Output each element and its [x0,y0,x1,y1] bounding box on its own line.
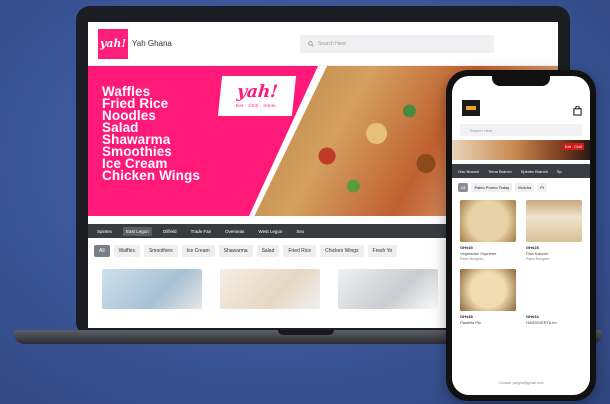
filter-chip[interactable]: Ice Cream [181,245,215,257]
hero-logo: yah! [236,82,279,102]
phone-filter-chip[interactable]: Paleo Promo Today [471,183,513,192]
category-tab[interactable]: Sex [293,227,307,236]
phone-banner-text: Eat . Chill [562,143,584,150]
phone-product-card[interactable]: GH¢38 Pastella Pie [460,269,516,325]
product-name: Vegetarian Supreme [460,251,497,256]
filter-chip[interactable]: Smoothies [143,245,178,257]
phone-product-grid: GH¢45 Vegetarian Supreme Paleo Bangkim G… [452,192,590,325]
category-tab[interactable]: Oilfield [160,227,180,236]
laptop-notch [278,330,334,335]
search-input[interactable]: Search Here [299,34,494,53]
phone-frame: Search Here Eat . Chill Osu Branch Tema … [446,70,596,401]
category-tab[interactable]: East Legon [123,226,152,236]
web-header: yah! Yah Ghana Search Here [88,22,558,66]
phone-branch-tab[interactable]: Spintex Branch [521,169,548,174]
phone-product-card[interactable]: GH¢34 HARDIVERTA im [526,269,582,325]
phone-hero-banner: Eat . Chill [452,140,590,160]
search-icon [308,40,314,47]
branch-category-bar: Spintex East Legon Oilfield Trade Fair O… [88,224,460,238]
category-tab[interactable]: Overseas [222,227,247,236]
product-card-image[interactable] [220,269,320,309]
phone-footer-contact: Contact: yahgha@gmail.com [498,381,544,385]
hero-menu-item: Chicken Wings [102,168,200,183]
phone-brand-logo[interactable] [462,100,480,116]
product-price: GH¢28 [526,245,539,250]
product-price: GH¢45 [460,245,473,250]
product-card-image[interactable] [338,269,438,309]
shopping-bag-icon[interactable] [573,106,582,116]
filter-chip[interactable]: Fresh Yo [367,245,398,257]
filter-chip[interactable]: All [94,245,110,257]
phone-filter-chip[interactable]: Pr [537,183,548,192]
phone-filter-chip[interactable]: Mulcha [515,183,535,192]
product-name: Pastella Pie [460,320,482,325]
hero-tagline: Eat . Chill . Smile [235,103,277,108]
category-tab[interactable]: West Legon [255,227,285,236]
filter-chip[interactable]: Salad [256,245,280,257]
phone-search-input[interactable]: Search Here [460,124,582,136]
product-card-image[interactable] [102,269,202,309]
product-price: GH¢34 [526,314,539,319]
phone-product-card[interactable]: GH¢45 Vegetarian Supreme Paleo Bangkim [460,200,516,261]
phone-product-card[interactable]: GH¢28 Fisa Kabcoh Paleo Bangkim [526,200,582,261]
product-subtitle: Paleo Bangkim [460,257,484,261]
filter-chip[interactable]: Fried Rice [283,245,317,257]
phone-branch-tab[interactable]: Sp [557,169,562,174]
search-placeholder: Search Here [317,40,346,47]
phone-filter-chips: All Paleo Promo Today Mulcha Pr [452,178,590,192]
brand-logo[interactable]: yah! [98,28,128,59]
phone-branch-tab[interactable]: Tema Branch [488,169,512,174]
product-name: Fisa Kabcoh [526,251,549,256]
category-tab[interactable]: Trade Fair [188,227,215,236]
category-tab[interactable]: Spintex [94,227,115,236]
product-image [460,269,516,311]
product-image [526,200,582,242]
phone-notch [492,76,550,86]
brand-name[interactable]: Yah Ghana [132,39,172,48]
product-price: GH¢38 [460,314,473,319]
filter-chip[interactable]: Chicken Wings [320,245,364,257]
phone-filter-chip[interactable]: All [458,183,469,192]
filter-chip[interactable]: Shawarma [218,245,253,257]
phone-branch-tab[interactable]: Osu Branch [458,169,479,174]
phone-screen: Search Here Eat . Chill Osu Branch Tema … [452,76,590,395]
hero-logo-card: yah! Eat . Chill . Smile [217,76,297,116]
product-image [526,269,582,311]
filter-chip[interactable]: Waffles [113,245,140,257]
product-subtitle: Paleo Bangkim [526,257,550,261]
hero-menu-list: Waffles Fried Rice Noodles Salad Shawarm… [102,85,200,183]
phone-branch-bar: Osu Branch Tema Branch Spintex Branch Sp [452,164,590,178]
product-image [460,200,516,242]
product-name: HARDIVERTA im [526,320,557,325]
